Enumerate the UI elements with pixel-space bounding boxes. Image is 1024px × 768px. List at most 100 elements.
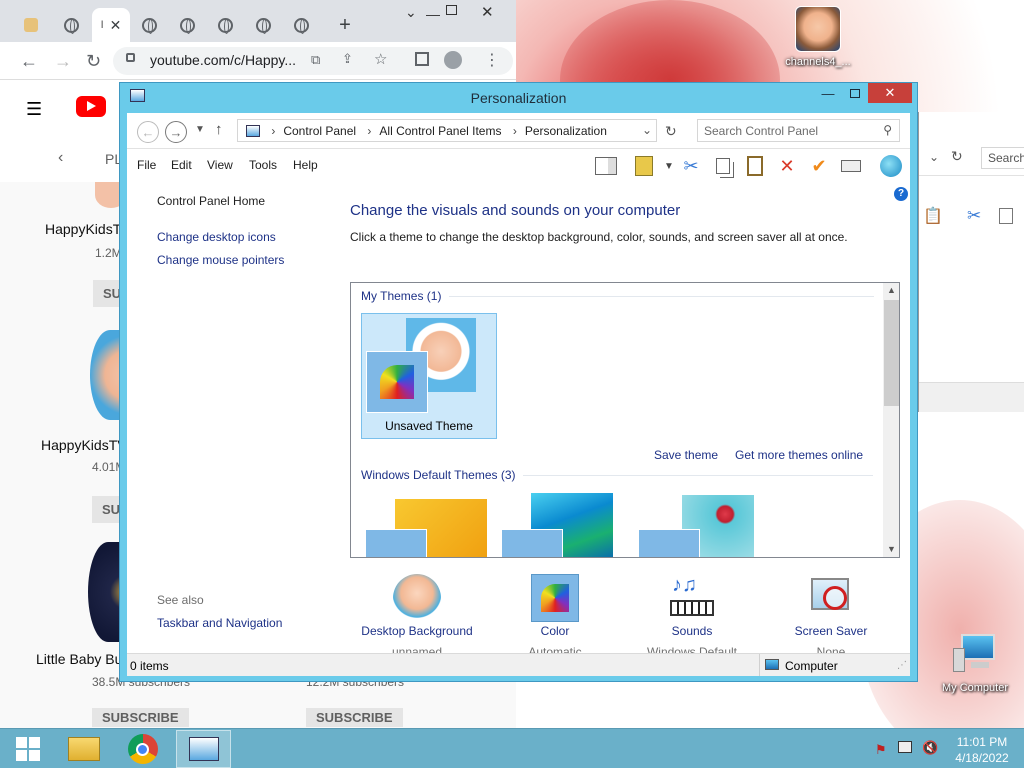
- more-menu-icon[interactable]: ⋮: [484, 50, 500, 70]
- save-theme-link[interactable]: Save theme: [654, 448, 718, 462]
- maximize-icon[interactable]: [446, 5, 457, 15]
- scroll-down-icon[interactable]: ▼: [887, 544, 896, 554]
- new-tab-button[interactable]: +: [326, 8, 364, 42]
- reload-icon[interactable]: ↻: [86, 51, 101, 72]
- browser-tab[interactable]: [130, 8, 168, 42]
- subscribe-button[interactable]: SUBSCRIBE: [306, 708, 403, 727]
- desktop-icon-channels[interactable]: channels4_...: [778, 6, 858, 68]
- minimize-icon[interactable]: —: [426, 6, 440, 22]
- vertical-scrollbar[interactable]: ▲ ▼: [883, 283, 899, 557]
- explorer-search-input[interactable]: Search: [981, 147, 1024, 169]
- close-icon[interactable]: ✕: [481, 3, 494, 21]
- chevron-down-icon[interactable]: ⌄: [642, 123, 652, 137]
- forward-button[interactable]: →: [165, 121, 187, 143]
- change-mouse-pointers-link[interactable]: Change mouse pointers: [157, 253, 284, 267]
- share-icon[interactable]: ⇪: [342, 51, 353, 67]
- breadcrumb-all-items[interactable]: All Control Panel Items: [379, 124, 501, 138]
- screen-saver-item[interactable]: Screen Saver None: [766, 574, 896, 659]
- theme-list[interactable]: My Themes (1) Unsaved Theme Save theme G…: [350, 282, 900, 558]
- minimize-button[interactable]: —: [814, 83, 842, 103]
- browser-tab[interactable]: [52, 8, 90, 42]
- browser-tab[interactable]: [168, 8, 206, 42]
- scissors-icon[interactable]: ✂: [967, 206, 981, 226]
- close-button[interactable]: ✕: [868, 83, 912, 103]
- taskbar-chrome[interactable]: [115, 730, 170, 768]
- taskbar-control-panel[interactable]: [176, 730, 231, 768]
- get-more-themes-link[interactable]: Get more themes online: [735, 448, 863, 462]
- resize-grip-icon[interactable]: ⋰: [897, 660, 907, 671]
- menu-view[interactable]: View: [207, 158, 233, 172]
- menu-help[interactable]: Help: [293, 158, 318, 172]
- clock[interactable]: 11:01 PM 4/18/2022: [944, 734, 1020, 766]
- channel-name[interactable]: HappyKidsT: [45, 221, 121, 237]
- screen-saver-label[interactable]: Screen Saver: [766, 624, 896, 638]
- youtube-logo-icon[interactable]: [76, 96, 106, 117]
- menu-edit[interactable]: Edit: [171, 158, 192, 172]
- hamburger-menu-icon[interactable]: ☰: [26, 99, 42, 120]
- profile-avatar-icon[interactable]: [444, 51, 462, 69]
- scrollbar-thumb[interactable]: [884, 300, 899, 406]
- desktop-background-label[interactable]: Desktop Background: [352, 624, 482, 638]
- unsaved-theme-tile[interactable]: Unsaved Theme: [361, 313, 497, 439]
- network-icon[interactable]: [898, 741, 912, 753]
- paste-icon[interactable]: [743, 154, 767, 178]
- menu-tools[interactable]: Tools: [249, 158, 277, 172]
- breadcrumb-personalization[interactable]: Personalization: [525, 124, 607, 138]
- action-center-icon[interactable]: ⚑: [875, 742, 887, 758]
- theme-tile-lines[interactable]: [501, 493, 625, 557]
- desktop-icon-my-computer[interactable]: My Computer: [935, 634, 1015, 694]
- channel-name[interactable]: Little Baby Bu: [36, 651, 122, 667]
- properties-icon[interactable]: [632, 154, 656, 178]
- chevron-down-icon[interactable]: ⌄: [405, 4, 417, 21]
- forward-arrow-icon[interactable]: →: [54, 51, 72, 72]
- color-label[interactable]: Color: [490, 624, 620, 638]
- preview-pane-icon[interactable]: [594, 154, 618, 178]
- start-button[interactable]: [0, 730, 55, 768]
- taskbar-file-explorer[interactable]: [56, 730, 111, 768]
- browser-tab[interactable]: [244, 8, 282, 42]
- globe-icon[interactable]: [879, 154, 903, 178]
- back-button[interactable]: ←: [137, 121, 159, 143]
- browser-tab-active[interactable]: I ✕: [92, 8, 130, 42]
- change-desktop-icons-link[interactable]: Change desktop icons: [157, 230, 276, 244]
- sounds-item[interactable]: ♪♫ Sounds Windows Default: [627, 574, 757, 659]
- maximize-button[interactable]: [842, 83, 868, 103]
- chevron-down-icon[interactable]: ⌄: [929, 150, 939, 164]
- channel-name[interactable]: HappyKidsTV: [41, 437, 127, 453]
- recent-pages-chevron-icon[interactable]: ▼: [195, 124, 205, 135]
- copy-icon[interactable]: [711, 154, 735, 178]
- refresh-icon[interactable]: ↻: [951, 148, 963, 165]
- up-arrow-button[interactable]: ↑: [215, 121, 223, 138]
- theme-tile-flowers[interactable]: [638, 495, 762, 557]
- chevron-down-icon[interactable]: ▼: [657, 154, 681, 178]
- scroll-up-icon[interactable]: ▲: [887, 285, 896, 295]
- close-tab-icon[interactable]: ✕: [110, 17, 122, 34]
- scissors-icon[interactable]: ✂: [679, 154, 703, 178]
- copy-icon[interactable]: [999, 208, 1013, 224]
- sounds-label[interactable]: Sounds: [627, 624, 757, 638]
- desktop-background-item[interactable]: Desktop Background unnamed: [352, 574, 482, 659]
- browser-tab[interactable]: [12, 8, 50, 42]
- checkmark-icon[interactable]: ✔: [807, 154, 831, 178]
- properties-icon[interactable]: 📋: [923, 206, 943, 226]
- browser-tab[interactable]: [282, 8, 320, 42]
- rename-icon[interactable]: [839, 154, 863, 178]
- browser-tab[interactable]: [206, 8, 244, 42]
- search-input[interactable]: Search Control Panel ⚲: [697, 119, 900, 142]
- breadcrumb-control-panel[interactable]: Control Panel: [283, 124, 356, 138]
- volume-muted-icon[interactable]: 🔇: [922, 740, 938, 756]
- chevron-left-icon[interactable]: ‹: [58, 149, 63, 167]
- delete-icon[interactable]: ✕: [775, 154, 799, 178]
- taskbar-navigation-link[interactable]: Taskbar and Navigation: [157, 616, 282, 630]
- color-item[interactable]: Color Automatic: [490, 574, 620, 659]
- control-panel-home-link[interactable]: Control Panel Home: [157, 194, 265, 208]
- menu-file[interactable]: File: [137, 158, 156, 172]
- breadcrumb[interactable]: › Control Panel › All Control Panel Items …: [237, 119, 657, 142]
- bookmark-star-icon[interactable]: ☆: [374, 50, 387, 68]
- title-bar[interactable]: Personalization — ✕: [120, 83, 917, 113]
- side-panel-icon[interactable]: [415, 52, 429, 66]
- subscribe-button[interactable]: SUBSCRIBE: [92, 708, 189, 727]
- refresh-icon[interactable]: ↻: [665, 123, 677, 140]
- theme-tile-windows[interactable]: [365, 499, 489, 557]
- back-arrow-icon[interactable]: ←: [20, 51, 38, 72]
